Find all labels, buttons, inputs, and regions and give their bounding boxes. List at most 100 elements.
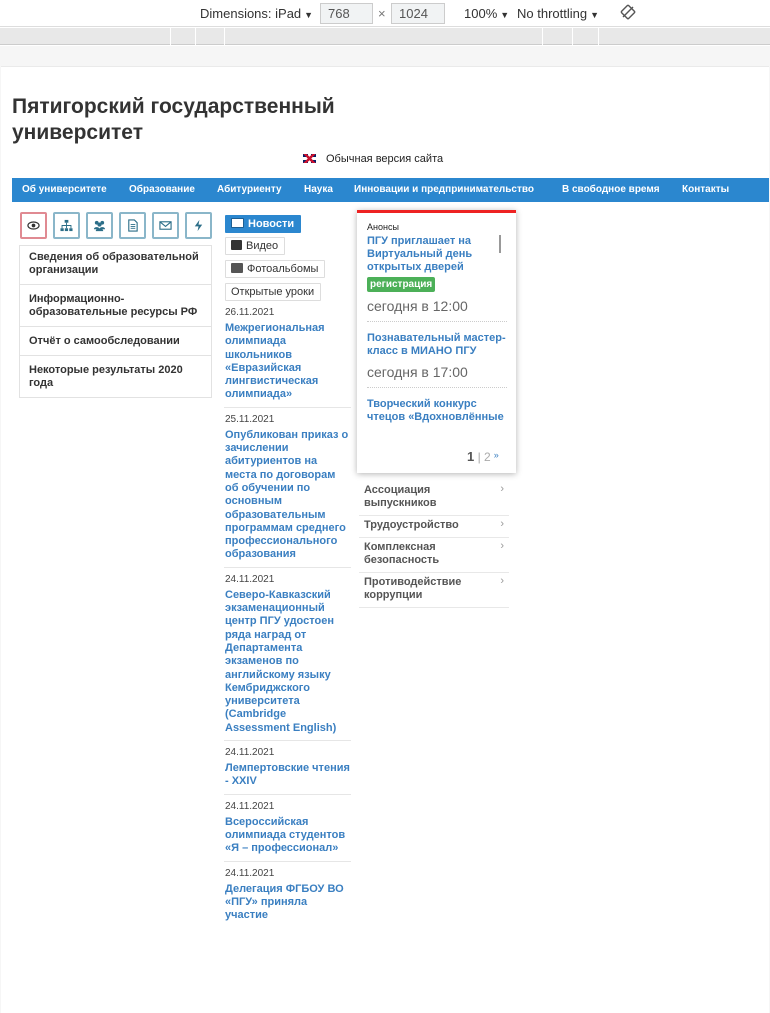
accessibility-toolbar	[20, 212, 212, 240]
right-menu-label: Противодействие коррупции	[364, 576, 462, 601]
news-item: 25.11.2021 Опубликован приказ о зачислен…	[224, 414, 351, 568]
tab-label: Новости	[248, 218, 295, 230]
users-icon[interactable]	[86, 212, 113, 239]
chevron-down-icon: ▼	[500, 10, 510, 20]
device-label: Dimensions: iPad	[200, 6, 302, 21]
announcement-item: Творческий конкурс чтецов «Вдохновлённые	[367, 398, 507, 431]
right-menu-label: Комплексная безопасность	[364, 541, 440, 566]
announcement-item: ПГУ приглашает на Виртуальный день откры…	[367, 235, 507, 322]
chevron-right-icon: ›	[500, 483, 504, 495]
tab-label: Видео	[246, 240, 279, 252]
nav-item-leisure[interactable]: В свободное время	[562, 178, 660, 202]
right-menu-item[interactable]: Ассоциация выпускников ›	[359, 481, 509, 516]
right-menu-label: Трудоустройство	[364, 519, 459, 531]
throttling-label: No throttling	[517, 6, 588, 21]
document-icon[interactable]	[119, 212, 146, 239]
left-menu-item[interactable]: Отчёт о самообследовании	[20, 327, 211, 356]
announcement-link[interactable]: Познавательный мастер-класс в МИАНО ПГУ	[367, 332, 507, 358]
chevron-down-icon: ▼	[304, 10, 314, 20]
left-menu-item[interactable]: Сведения об образовательной организации	[20, 246, 211, 285]
eye-icon[interactable]	[20, 212, 47, 239]
news-date: 24.11.2021	[225, 747, 275, 759]
height-input[interactable]: 1024	[391, 3, 445, 24]
ruler-mark	[224, 28, 225, 45]
ruler-mark	[598, 28, 599, 45]
news-link[interactable]: Всероссийская олимпиада студентов «Я – п…	[224, 816, 351, 856]
left-menu-item[interactable]: Информационно-образовательные ресурсы РФ	[20, 285, 211, 327]
zoom-label: 100%	[464, 6, 498, 21]
announcements-widget: Анонсы ПГУ приглашает на Виртуальный ден…	[357, 210, 516, 473]
news-date: 24.11.2021	[225, 573, 275, 585]
chevron-down-icon: ▼	[590, 10, 600, 20]
left-menu: Сведения об образовательной организации …	[19, 245, 212, 398]
newspaper-icon	[231, 218, 244, 228]
image-icon	[231, 263, 243, 273]
tab-label: Открытые уроки	[231, 286, 315, 298]
news-item: 24.11.2021 Северо-Кавказский экзаменацио…	[224, 573, 351, 742]
announcements-list: ПГУ приглашает на Виртуальный день откры…	[367, 235, 507, 447]
left-menu-item[interactable]: Некоторые результаты 2020 года	[20, 356, 211, 397]
nav-item-about[interactable]: Об университете	[22, 178, 107, 202]
chevron-right-icon: ›	[500, 518, 504, 530]
right-menu-item[interactable]: Трудоустройство ›	[359, 516, 509, 538]
announcement-item: Познавательный мастер-класс в МИАНО ПГУ …	[367, 332, 507, 388]
announcements-pager: 1 | 2»	[467, 449, 499, 464]
chevrons-down-icon[interactable]: »	[494, 450, 499, 460]
right-menu-item[interactable]: Противодействие коррупции ›	[359, 573, 509, 608]
tab-open-lessons[interactable]: Открытые уроки	[225, 283, 322, 301]
news-item: 24.11.2021 Делегация ФГБОУ ВО «ПГУ» прин…	[224, 868, 351, 928]
chevron-right-icon: ›	[500, 540, 504, 552]
envelope-icon[interactable]	[152, 212, 179, 239]
right-menu-label: Ассоциация выпускников	[364, 484, 437, 509]
device-viewport: Пятигорский государственный университет …	[0, 46, 770, 1013]
times-sign: ×	[378, 6, 386, 21]
devtools-toolbar: Dimensions: iPad ▼ 768 × 1024 100% ▼ No th…	[0, 0, 770, 27]
main-nav: Об университете Образование Абитуриенту …	[12, 178, 769, 202]
nav-item-education[interactable]: Образование	[129, 178, 195, 202]
media-query-ruler	[0, 28, 770, 45]
news-link[interactable]: Северо-Кавказский экзаменационный центр …	[224, 589, 351, 735]
site-title[interactable]: Пятигорский государственный университет	[12, 94, 412, 146]
news-list: 26.11.2021 Межрегиональная олимпиада шко…	[224, 307, 351, 933]
page-link[interactable]: 2	[484, 450, 491, 464]
news-link[interactable]: Делегация ФГБОУ ВО «ПГУ» приняла участие	[224, 883, 351, 923]
page-current[interactable]: 1	[467, 449, 474, 464]
news-item: 24.11.2021 Лемпертовские чтения - XXIV	[224, 747, 351, 795]
right-menu-item[interactable]: Комплексная безопасность ›	[359, 538, 509, 573]
ruler-mark	[572, 28, 573, 45]
tab-news[interactable]: Новости	[225, 215, 302, 233]
version-link[interactable]: Обычная версия сайта	[326, 153, 443, 165]
nav-item-innovation[interactable]: Инновации и предпринимательство	[354, 178, 534, 202]
announcement-time: сегодня в 12:00	[367, 298, 468, 314]
right-menu: Ассоциация выпускников › Трудоустройство ›…	[359, 481, 509, 608]
tab-video[interactable]: Видео	[225, 237, 286, 255]
tab-photos[interactable]: Фотоальбомы	[225, 260, 326, 278]
news-link[interactable]: Лемпертовские чтения - XXIV	[224, 762, 351, 789]
play-icon	[231, 240, 242, 250]
nav-item-contacts[interactable]: Контакты	[682, 178, 729, 202]
news-link[interactable]: Межрегиональная олимпиада школьников «Ев…	[224, 322, 351, 402]
rotate-icon[interactable]	[620, 4, 636, 20]
chevron-right-icon: ›	[500, 575, 504, 587]
ruler-mark	[195, 28, 196, 45]
news-date: 24.11.2021	[225, 800, 275, 812]
width-input[interactable]: 768	[320, 3, 373, 24]
zoom-select[interactable]: 100% ▼	[464, 6, 509, 21]
news-link[interactable]: Опубликован приказ о зачислении абитурие…	[224, 429, 351, 562]
announcement-link[interactable]: Творческий конкурс чтецов «Вдохновлённые	[367, 398, 507, 424]
throttling-select[interactable]: No throttling ▼	[517, 6, 599, 21]
device-select[interactable]: Dimensions: iPad ▼	[200, 6, 313, 21]
news-date: 25.11.2021	[225, 413, 275, 425]
nav-item-applicants[interactable]: Абитуриенту	[217, 178, 282, 202]
news-date: 24.11.2021	[225, 867, 275, 879]
bolt-icon[interactable]	[185, 212, 212, 239]
announcement-time: сегодня в 17:00	[367, 364, 468, 380]
sitemap-icon[interactable]	[53, 212, 80, 239]
announcement-tag[interactable]: регистрация	[367, 277, 436, 292]
announcement-link[interactable]: ПГУ приглашает на Виртуальный день откры…	[367, 235, 507, 274]
uk-flag-icon[interactable]	[303, 154, 316, 163]
site-page: Пятигорский государственный университет …	[1, 66, 769, 1013]
nav-item-science[interactable]: Наука	[304, 178, 333, 202]
version-switch[interactable]: Обычная версия сайта	[303, 153, 443, 165]
tab-label: Фотоальбомы	[247, 263, 319, 275]
